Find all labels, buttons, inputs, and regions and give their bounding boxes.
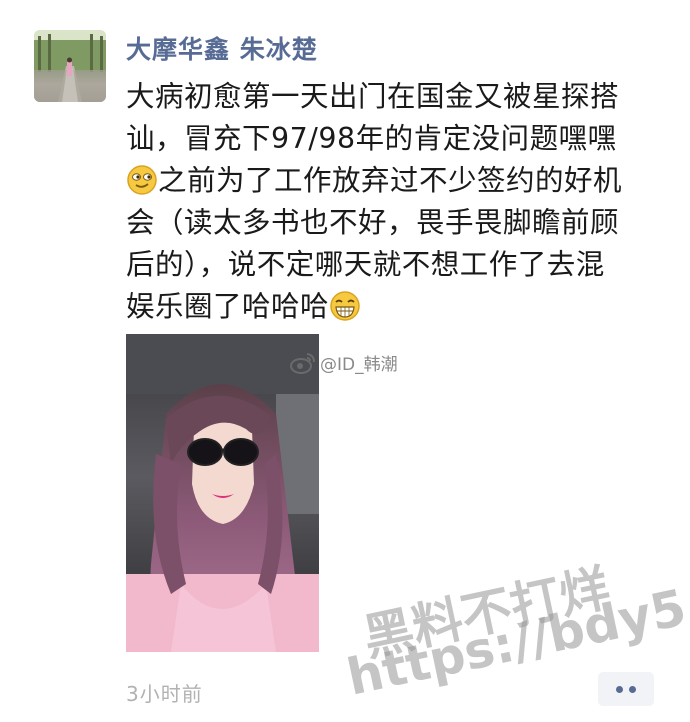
post-timestamp: 3小时前 — [126, 682, 203, 706]
post-photo[interactable] — [126, 334, 319, 652]
image-watermark: @ID_韩潮 — [290, 350, 398, 375]
smirk-emoji-icon — [127, 165, 157, 195]
moments-post: 大摩华鑫 朱冰楚 大病初愈第一天出门在国金又被星探搭 讪，冒充下97/98年的肯… — [0, 0, 690, 722]
post-text-line: 后的），说不定哪天就不想工作了去混 — [126, 248, 605, 281]
post-text: 大病初愈第一天出门在国金又被星探搭 讪，冒充下97/98年的肯定没问题嘿嘿 之前… — [126, 76, 666, 328]
post-text-line: 娱乐圈了哈哈哈 — [126, 286, 666, 328]
post-author[interactable]: 大摩华鑫 朱冰楚 — [126, 30, 318, 66]
more-actions-button[interactable] — [598, 672, 654, 706]
post-text-line-content: 之前为了工作放弃过不少签约的好机 — [158, 164, 623, 197]
post-text-line: 之前为了工作放弃过不少签约的好机 — [126, 160, 666, 202]
post-text-line: 会（读太多书也不好，畏手畏脚瞻前顾 — [126, 206, 620, 239]
grin-emoji-icon — [330, 291, 360, 321]
avatar[interactable] — [34, 30, 106, 102]
weibo-icon — [290, 352, 315, 374]
selfie-image — [126, 334, 319, 652]
more-dot-icon — [629, 685, 636, 693]
post-text-line-content: 娱乐圈了哈哈哈 — [126, 290, 330, 323]
post-text-line: 讪，冒充下97/98年的肯定没问题嘿嘿 — [126, 122, 617, 155]
image-watermark-text: @ID_韩潮 — [320, 355, 398, 375]
more-dot-icon — [616, 685, 623, 693]
avatar-photo — [34, 30, 106, 102]
post-text-line: 大病初愈第一天出门在国金又被星探搭 — [126, 80, 620, 113]
overlay-watermark-line1: 黑料不打烊 — [358, 558, 615, 668]
